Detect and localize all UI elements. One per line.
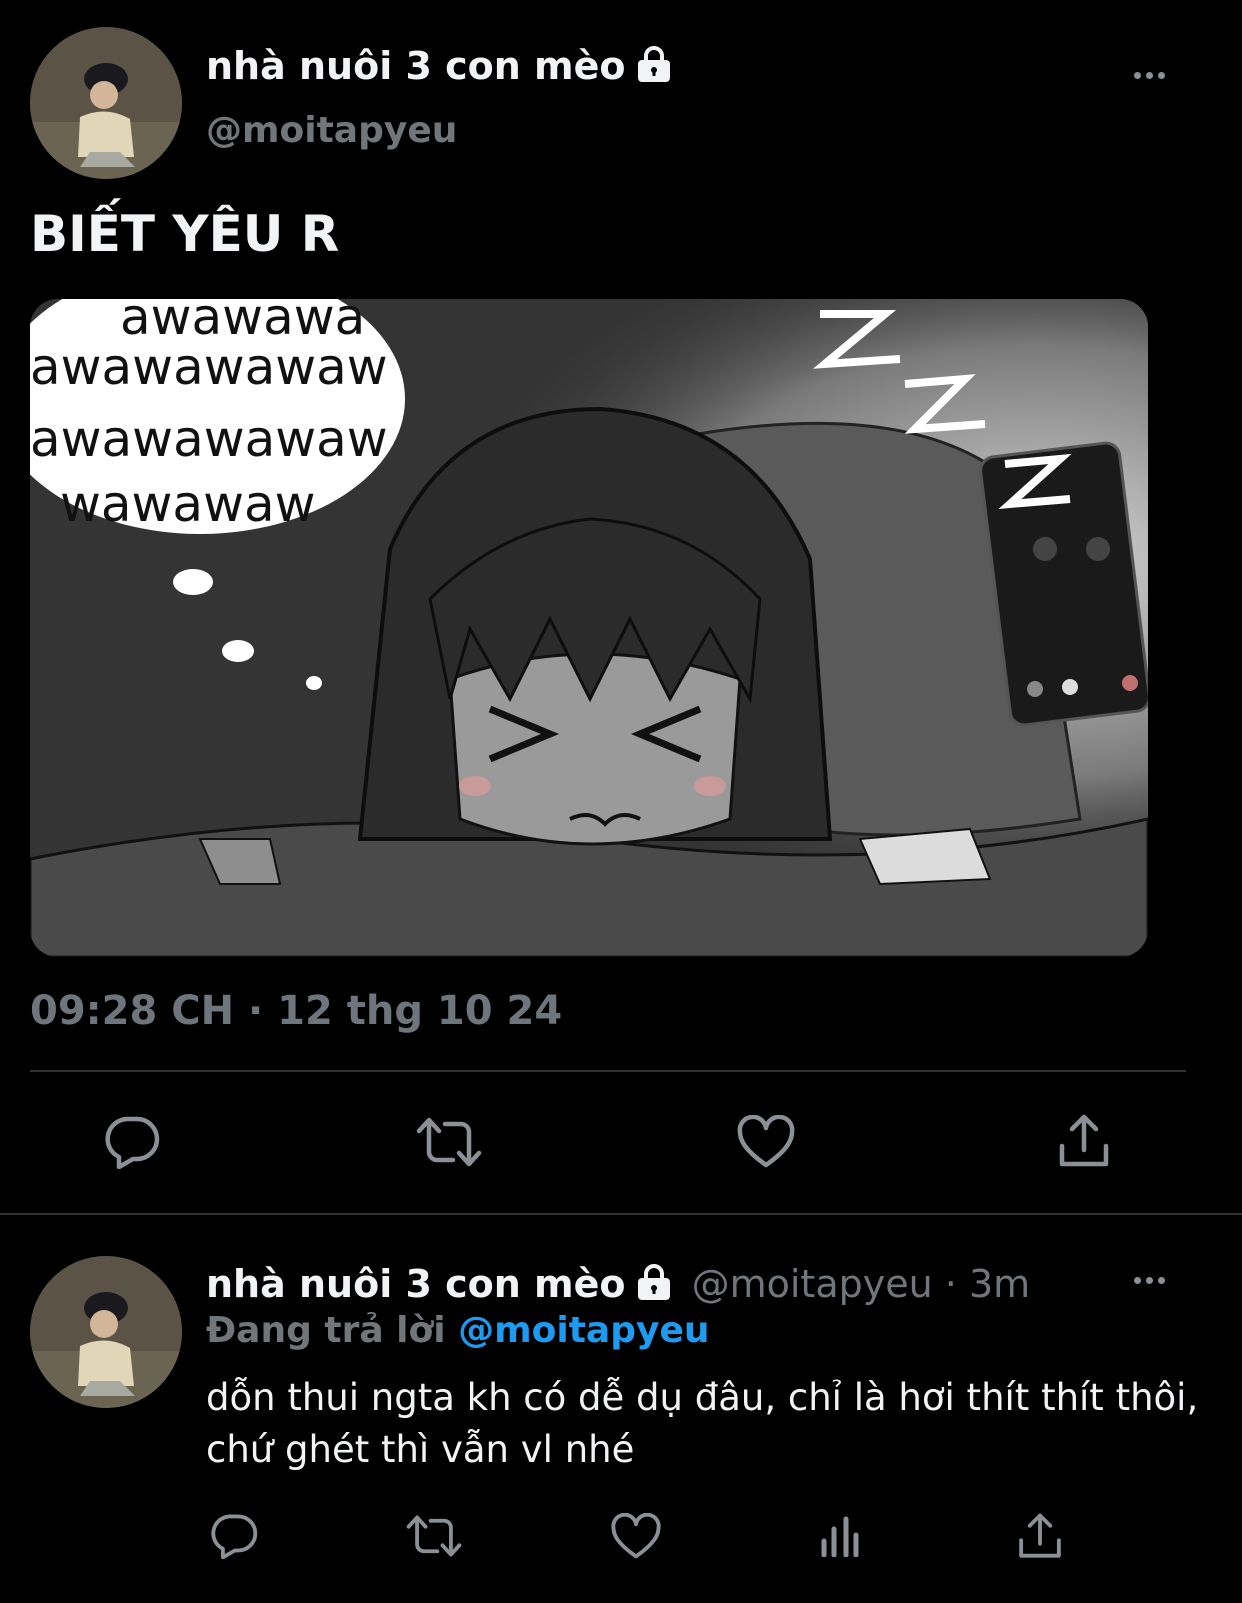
avatar-photo (30, 1256, 182, 1408)
lock-icon (634, 45, 674, 92)
replying-to-mention[interactable]: @moitapyeu (458, 1310, 709, 1351)
reply-time-separator: · (944, 1262, 957, 1306)
author-avatar[interactable] (30, 27, 182, 179)
reply-author-avatar[interactable] (30, 1256, 182, 1408)
media-text-line-4: wawawaw (60, 475, 316, 533)
reply-time[interactable]: 3m (969, 1262, 1030, 1306)
like-icon (611, 1512, 661, 1558)
reply-retweet-button[interactable] (404, 1510, 464, 1562)
replying-to-label: Đang trả lời (206, 1310, 446, 1351)
tweet-text: BIẾT YÊU R (30, 205, 340, 263)
section-divider (0, 1213, 1242, 1215)
analytics-icon (821, 1516, 859, 1557)
share-button[interactable] (1052, 1110, 1116, 1172)
more-icon[interactable] (1134, 72, 1165, 79)
tweet-time[interactable]: 09:28 CH (30, 988, 234, 1034)
media-text-line-2: awawawawaw (30, 338, 388, 396)
reply-analytics-button[interactable] (812, 1510, 868, 1562)
time-separator: · (248, 988, 264, 1034)
reply-reply-button[interactable] (206, 1510, 262, 1562)
divider (30, 1070, 1186, 1072)
reply-like-button[interactable] (608, 1510, 664, 1562)
author-name[interactable]: nhà nuôi 3 con mèo (206, 44, 626, 88)
reply-icon (105, 1116, 160, 1169)
reply-share-button[interactable] (1012, 1508, 1068, 1564)
share-icon (1019, 1513, 1061, 1558)
tweet-media-image[interactable]: awawawa awawawawaw awawawawaw wawawaw (30, 299, 1148, 957)
reply-button[interactable] (100, 1112, 164, 1172)
reply-more-icon[interactable] (1134, 1277, 1165, 1284)
author-handle[interactable]: @moitapyeu (206, 110, 457, 151)
reply-author-name[interactable]: nhà nuôi 3 con mèo (206, 1262, 626, 1306)
reply-text: dỗn thui ngta kh có dễ dụ đâu, chỉ là hơ… (206, 1376, 1199, 1471)
tweet-date[interactable]: 12 thg 10 24 (277, 988, 562, 1034)
media-text-line-3: awawawawaw (30, 410, 388, 468)
like-icon (737, 1115, 795, 1168)
retweet-button[interactable] (414, 1112, 484, 1172)
reply-icon (211, 1514, 258, 1559)
share-icon (1059, 1114, 1109, 1167)
avatar-photo (30, 27, 182, 179)
retweet-icon (406, 1515, 462, 1557)
like-button[interactable] (734, 1112, 798, 1172)
reply-author-handle[interactable]: @moitapyeu (692, 1262, 933, 1306)
retweet-icon (416, 1117, 482, 1167)
media-illustration: awawawa awawawawaw awawawawaw wawawaw (30, 299, 1148, 957)
lock-icon (634, 1263, 674, 1310)
